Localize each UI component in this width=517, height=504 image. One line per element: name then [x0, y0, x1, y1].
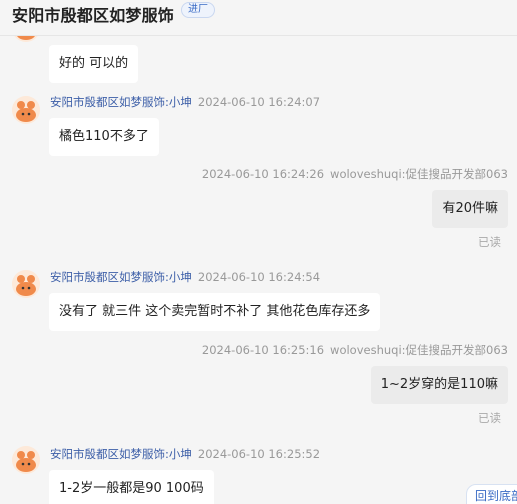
- message-bubble: 橘色110不多了: [49, 118, 159, 156]
- sender-name: woloveshuqi:促佳搜品开发部063: [330, 167, 508, 181]
- message-meta: 2024-06-10 16:24:26 woloveshuqi:促佳搜品开发部06…: [202, 166, 508, 182]
- message-time: 2024-06-10 16:24:26: [201, 167, 325, 181]
- message-bubble: 1~2岁穿的是110嘛: [370, 366, 508, 404]
- message-meta: 安阳市殷都区如梦服饰:小坤 2024-06-10 16:25:52: [50, 446, 320, 462]
- enter-shop-badge[interactable]: 进厂: [181, 2, 215, 18]
- message-meta: 安阳市殷都区如梦服饰:小坤 2024-06-10 16:24:54: [50, 269, 320, 285]
- message-bubble: 没有了 就三件 这个卖完暂时不补了 其他花色库存还多: [49, 293, 381, 331]
- seller-avatar-icon[interactable]: [12, 96, 40, 124]
- seller-avatar-icon[interactable]: [12, 270, 40, 298]
- message-time: 2024-06-10 16:25:16: [201, 343, 325, 357]
- message-time: 2024-06-10 16:25:52: [197, 447, 321, 461]
- message-time: 2024-06-10 16:24:07: [197, 95, 321, 109]
- shop-title: 安阳市殷都区如梦服饰: [12, 6, 175, 25]
- chat-header: 安阳市殷都区如梦服饰 进厂: [0, 0, 517, 36]
- back-to-bottom-button[interactable]: 回到底部: [466, 484, 517, 504]
- read-status: 已读: [478, 411, 501, 425]
- message-list[interactable]: 好的 可以的 安阳市殷都区如梦服饰:小坤 2024-06-10 16:24:07 …: [0, 14, 517, 504]
- message-time: 2024-06-10 16:24:54: [197, 270, 321, 284]
- message-meta: 2024-06-10 16:25:16 woloveshuqi:促佳搜品开发部06…: [202, 342, 508, 358]
- sender-name: woloveshuqi:促佳搜品开发部063: [330, 343, 508, 357]
- seller-avatar-icon[interactable]: [12, 446, 40, 474]
- message-meta: 安阳市殷都区如梦服饰:小坤 2024-06-10 16:24:07: [50, 94, 320, 110]
- message-bubble: 1-2岁一般都是90 100码: [49, 470, 214, 504]
- sender-name[interactable]: 安阳市殷都区如梦服饰:小坤: [50, 270, 192, 284]
- message-bubble: 好的 可以的: [49, 45, 139, 83]
- sender-name[interactable]: 安阳市殷都区如梦服饰:小坤: [50, 95, 192, 109]
- message-bubble: 有20件嘛: [432, 190, 508, 228]
- sender-name[interactable]: 安阳市殷都区如梦服饰:小坤: [50, 447, 192, 461]
- read-status: 已读: [478, 235, 501, 249]
